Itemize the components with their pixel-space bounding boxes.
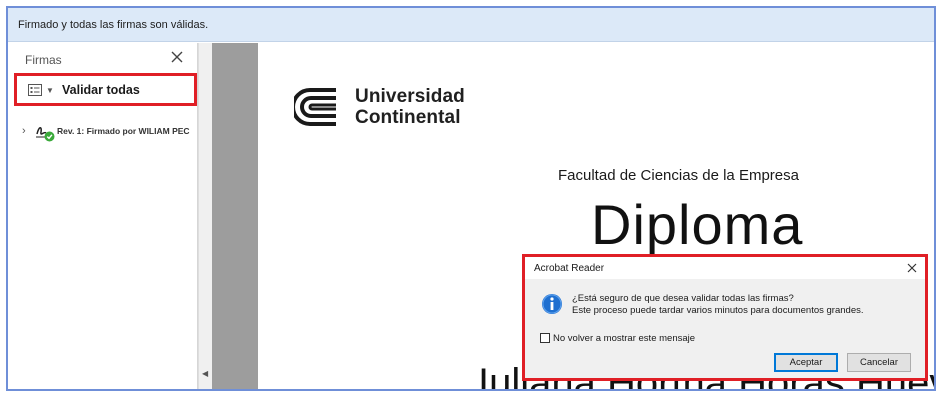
dialog-message-line2: Este proceso puede tardar varios minutos… [572,305,864,316]
dialog-titlebar: Acrobat Reader [525,257,925,279]
signatures-panel: Firmas ▼ Validar todas › Rev. 1: Firmado… [8,43,198,389]
diploma-heading: Diploma [591,193,804,256]
dropdown-caret-icon[interactable]: ▼ [46,86,54,95]
faculty-text: Facultad de Ciencias de la Empresa [558,167,799,184]
signature-status-text: Firmado y todas las firmas son válidas. [18,19,209,31]
info-icon [542,294,562,314]
acrobat-window: Firmado y todas las firmas son válidas. … [6,6,936,391]
close-icon[interactable] [905,261,919,275]
valid-signature-icon [36,127,55,142]
signature-status-bar: Firmado y todas las firmas son válidas. [8,8,934,42]
scroll-left-arrow-icon[interactable]: ◀ [202,369,208,378]
accept-button[interactable]: Aceptar [774,353,838,372]
dialog-title: Acrobat Reader [534,263,605,274]
dont-show-again-checkbox[interactable] [540,333,550,343]
validate-all-button[interactable]: ▼ Validar todas [14,73,197,106]
signature-item[interactable]: › Rev. 1: Firmado por WILIAM PEC [18,122,196,142]
close-icon[interactable] [168,48,186,66]
document-gutter [212,43,258,389]
logo-text-line1: Universidad [355,86,465,107]
panel-header: Firmas [8,43,198,73]
validate-confirm-dialog: Acrobat Reader ¿Está seguro de que desea… [522,254,928,381]
panel-scrollbar[interactable]: ◀ [198,43,212,389]
university-logo-icon [294,88,336,126]
cancel-button[interactable]: Cancelar [847,353,911,372]
expand-chevron-icon[interactable]: › [22,125,26,137]
signature-item-label: Rev. 1: Firmado por WILIAM PEC [57,126,190,136]
validate-all-label: Validar todas [62,83,140,97]
dont-show-again-label[interactable]: No volver a mostrar este mensaje [553,333,695,344]
options-list-icon[interactable] [28,84,42,96]
dialog-message-line1: ¿Está seguro de que desea validar todas … [572,293,794,304]
panel-title: Firmas [25,53,62,67]
logo-text-line2: Continental [355,107,461,128]
